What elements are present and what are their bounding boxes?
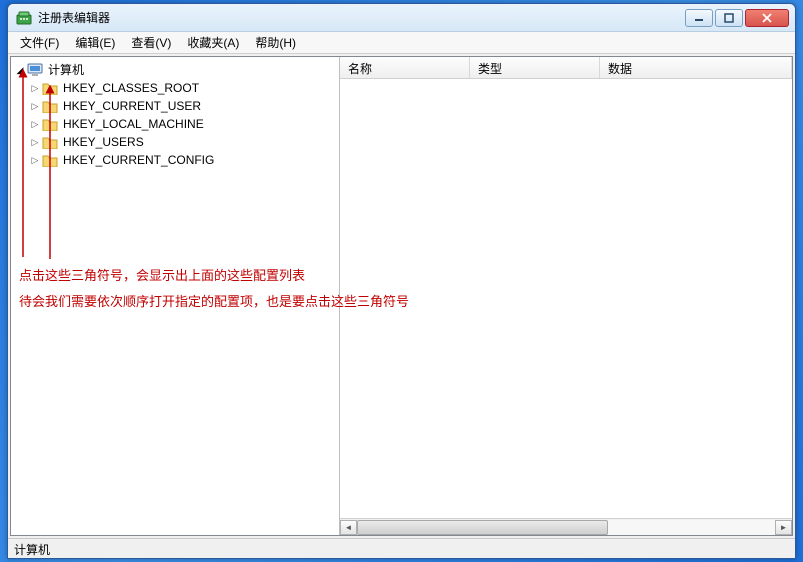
minimize-button[interactable] <box>685 9 713 27</box>
statusbar: 计算机 <box>8 538 795 558</box>
registry-tree: ◢ 计算机 ▷ HKEY_CLASSES_ROOT ▷ HK <box>11 57 339 169</box>
menu-help[interactable]: 帮助(H) <box>247 32 304 53</box>
menu-view[interactable]: 查看(V) <box>123 32 179 53</box>
horizontal-scrollbar[interactable]: ◄ ► <box>340 518 792 535</box>
annotation-text-2: 待会我们需要依次顺序打开指定的配置项，也是要点击这些三角符号 <box>19 291 409 313</box>
scroll-right-icon[interactable]: ► <box>775 520 792 535</box>
scroll-thumb[interactable] <box>357 520 608 535</box>
tree-item[interactable]: ▷ HKEY_USERS <box>28 133 339 151</box>
content-area: ◢ 计算机 ▷ HKEY_CLASSES_ROOT ▷ HK <box>10 56 793 536</box>
scroll-left-icon[interactable]: ◄ <box>340 520 357 535</box>
window-title: 注册表编辑器 <box>38 9 685 26</box>
tree-item-label: HKEY_CURRENT_USER <box>61 97 203 115</box>
menu-favorites[interactable]: 收藏夹(A) <box>179 32 247 53</box>
annotation-text-1: 点击这些三角符号，会显示出上面的这些配置列表 <box>19 265 305 287</box>
column-name[interactable]: 名称 <box>340 57 470 78</box>
expander-icon[interactable]: ▷ <box>28 133 42 151</box>
expander-icon[interactable]: ▷ <box>28 79 42 97</box>
folder-icon <box>42 153 58 167</box>
tree-item-label: HKEY_CURRENT_CONFIG <box>61 151 216 169</box>
tree-children: ▷ HKEY_CLASSES_ROOT ▷ HKEY_CURRENT_USER … <box>27 79 339 169</box>
tree-root-row[interactable]: ◢ 计算机 <box>13 61 339 79</box>
tree-item[interactable]: ▷ HKEY_CURRENT_CONFIG <box>28 151 339 169</box>
tree-root-label: 计算机 <box>46 61 86 79</box>
expander-icon[interactable]: ▷ <box>28 97 42 115</box>
expander-icon[interactable]: ◢ <box>13 61 27 79</box>
status-text: 计算机 <box>14 543 50 557</box>
tree-item[interactable]: ▷ HKEY_LOCAL_MACHINE <box>28 115 339 133</box>
column-data[interactable]: 数据 <box>600 57 792 78</box>
expander-icon[interactable]: ▷ <box>28 115 42 133</box>
folder-icon <box>42 99 58 113</box>
titlebar[interactable]: 注册表编辑器 <box>8 4 795 32</box>
list-header[interactable]: 名称 类型 数据 <box>340 57 792 79</box>
column-type[interactable]: 类型 <box>470 57 600 78</box>
tree-item[interactable]: ▷ HKEY_CLASSES_ROOT <box>28 79 339 97</box>
menu-file[interactable]: 文件(F) <box>12 32 67 53</box>
app-icon <box>16 10 32 26</box>
regedit-window: 注册表编辑器 文件(F) 编辑(E) 查看(V) 收藏夹(A) 帮助(H) ◢ … <box>7 3 796 559</box>
tree-item-label: HKEY_CLASSES_ROOT <box>61 79 201 97</box>
menu-edit[interactable]: 编辑(E) <box>67 32 123 53</box>
expander-icon[interactable]: ▷ <box>28 151 42 169</box>
scroll-track[interactable] <box>357 520 775 535</box>
folder-icon <box>42 117 58 131</box>
tree-item[interactable]: ▷ HKEY_CURRENT_USER <box>28 97 339 115</box>
folder-icon <box>42 135 58 149</box>
window-buttons <box>685 9 789 27</box>
menubar: 文件(F) 编辑(E) 查看(V) 收藏夹(A) 帮助(H) <box>8 32 795 54</box>
tree-item-label: HKEY_USERS <box>61 133 146 151</box>
computer-icon <box>27 63 43 77</box>
folder-icon <box>42 81 58 95</box>
maximize-button[interactable] <box>715 9 743 27</box>
tree-item-label: HKEY_LOCAL_MACHINE <box>61 115 206 133</box>
close-button[interactable] <box>745 9 789 27</box>
